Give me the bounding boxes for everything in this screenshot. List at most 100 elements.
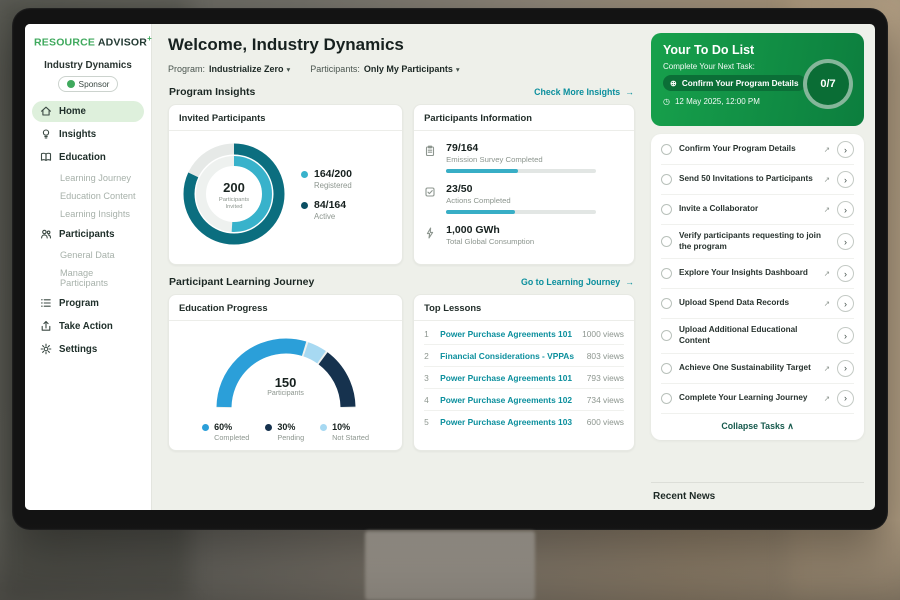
task-send-50-invitations-to-participants[interactable]: Send 50 Invitations to Participants↗› [661, 165, 854, 195]
next-task-due-label: 12 May 2025, 12:00 PM [675, 97, 760, 106]
page-title: Welcome, Industry Dynamics [168, 35, 635, 55]
collapse-tasks-link[interactable]: Collapse Tasks ∧ [661, 414, 854, 440]
lesson-link[interactable]: Power Purchase Agreements 102 [440, 395, 579, 405]
sidebar-item-education[interactable]: Education [32, 147, 144, 168]
sidebar-item-education-content[interactable]: Education Content [32, 188, 144, 204]
todo-summary-card: Your To Do List Complete Your Next Task:… [651, 33, 864, 126]
task-checkbox[interactable] [661, 330, 672, 341]
sidebar-item-label: Program [59, 298, 99, 309]
task-open-button[interactable]: › [837, 390, 854, 407]
task-open-button[interactable]: › [837, 265, 854, 282]
task-label: Upload Additional Educational Content [679, 325, 830, 346]
arrow-right-icon: → [625, 87, 634, 97]
task-open-button[interactable]: › [837, 327, 854, 344]
task-open-button[interactable]: › [837, 171, 854, 188]
lesson-link[interactable]: Power Purchase Agreements 101 [440, 329, 574, 339]
task-checkbox[interactable] [661, 298, 672, 309]
sidebar-item-participants[interactable]: Participants [32, 224, 144, 245]
sidebar-item-settings[interactable]: Settings [32, 339, 144, 360]
task-checkbox[interactable] [661, 393, 672, 404]
task-invite-a-collaborator[interactable]: Invite a Collaborator↗› [661, 195, 854, 225]
donut-center-value: 200 [223, 180, 245, 195]
sidebar-item-manage-participants[interactable]: Manage Participants [32, 265, 144, 291]
plus-circle-icon: ⊕ [670, 78, 677, 88]
task-open-button[interactable]: › [837, 233, 854, 250]
filter-participants-dropdown[interactable]: Only My Participants [364, 64, 453, 74]
lesson-rank: 3 [424, 373, 432, 383]
sidebar-item-take-action[interactable]: Take Action [32, 316, 144, 337]
take-action-icon [39, 320, 52, 333]
invited-participants-donut-chart: 200 Participants Invited [179, 139, 289, 249]
sidebar-item-label: Take Action [59, 321, 113, 332]
participants-information-card-title: Participants Information [414, 105, 634, 131]
legend-dot [320, 424, 327, 431]
participants-info-body: 79/164Emission Survey Completed 23/50Acti… [414, 131, 634, 264]
bolt-icon [424, 226, 438, 244]
external-link-icon: ↗ [824, 394, 830, 403]
sidebar-item-home[interactable]: Home [32, 101, 144, 122]
sidebar-nav: HomeInsightsEducation Learning Journey Edu… [32, 101, 144, 360]
sponsor-badge[interactable]: Sponsor [58, 76, 119, 92]
sidebar-item-insights[interactable]: Insights [32, 124, 144, 145]
task-open-button[interactable]: › [837, 295, 854, 312]
task-confirm-your-program-details[interactable]: Confirm Your Program Details↗› [661, 135, 854, 165]
task-complete-your-learning-journey[interactable]: Complete Your Learning Journey↗› [661, 384, 854, 414]
edu-legend-pct: 30% [277, 422, 304, 432]
external-link-icon: ↗ [824, 299, 830, 308]
task-verify-participants-requesting-to-join-the-program[interactable]: Verify participants requesting to join t… [661, 225, 854, 259]
lesson-rank: 4 [424, 395, 432, 405]
task-upload-spend-data-records[interactable]: Upload Spend Data Records ↗ › [661, 289, 854, 319]
filter-program-dropdown[interactable]: Industrialize Zero [209, 64, 284, 74]
info-text: 79/164Emission Survey Completed [446, 142, 596, 173]
task-checkbox[interactable] [661, 174, 672, 185]
info-value: 79/164 [446, 142, 596, 154]
edu-legend-pct: 10% [332, 422, 369, 432]
donut-center-label-2: Invited [225, 204, 242, 210]
task-achieve-one-sustainability-target[interactable]: Achieve One Sustainability Target↗› [661, 354, 854, 384]
sidebar-item-program[interactable]: Program [32, 293, 144, 314]
task-explore-your-insights-dashboard[interactable]: Explore Your Insights Dashboard↗› [661, 259, 854, 289]
chevron-up-icon: ∧ [787, 421, 793, 431]
legend-item-active: 84/164Active [301, 199, 352, 221]
task-open-button[interactable]: › [837, 141, 854, 158]
sidebar-item-learning-journey[interactable]: Learning Journey [32, 170, 144, 186]
task-checkbox[interactable] [661, 268, 672, 279]
filter-participants: Participants:Only My Participants▾ [310, 64, 459, 74]
sidebar-item-label: Manage Participants [60, 268, 138, 288]
info-value: 23/50 [446, 183, 596, 195]
task-open-button[interactable]: › [837, 360, 854, 377]
task-checkbox[interactable] [661, 363, 672, 374]
participants-icon [39, 228, 52, 241]
todo-progress-ring: 0/7 [803, 59, 853, 109]
sidebar-item-label: Learning Insights [60, 209, 130, 219]
lesson-link[interactable]: Power Purchase Agreements 101 [440, 373, 579, 383]
lesson-row-4: 4Power Purchase Agreements 102734 views [424, 389, 624, 411]
next-task-pill[interactable]: ⊕ Confirm Your Program Details [663, 75, 806, 91]
sidebar: RESOURCE ADVISOR+ Industry Dynamics Spon… [25, 24, 152, 510]
lesson-views: 803 views [587, 351, 624, 361]
invited-participants-card: Invited Participants 200 Participants In… [168, 104, 403, 265]
task-checkbox[interactable] [661, 144, 672, 155]
sidebar-item-learning-insights[interactable]: Learning Insights [32, 206, 144, 222]
task-upload-additional-educational-content[interactable]: Upload Additional Educational Content › [661, 319, 854, 353]
task-checkbox[interactable] [661, 236, 672, 247]
invited-legend: 164/200Registered84/164Active [301, 159, 352, 230]
sponsor-icon [67, 80, 75, 88]
todo-progress-value: 0/7 [820, 78, 835, 90]
lesson-link[interactable]: Power Purchase Agreements 103 [440, 417, 579, 427]
lesson-rank: 1 [424, 329, 432, 339]
edu-legend-text: 60%Completed [214, 422, 249, 442]
sidebar-item-label: Settings [59, 344, 97, 355]
education-gauge-chart [211, 331, 361, 415]
app-window: RESOURCE ADVISOR+ Industry Dynamics Spon… [25, 24, 875, 510]
lesson-views: 793 views [587, 373, 624, 383]
task-checkbox[interactable] [661, 204, 672, 215]
sidebar-item-general-data[interactable]: General Data [32, 247, 144, 263]
go-to-learning-journey-link[interactable]: Go to Learning Journey → [521, 277, 634, 287]
task-label: Upload Spend Data Records [679, 298, 817, 309]
check-more-insights-link[interactable]: Check More Insights → [534, 87, 634, 97]
lesson-link[interactable]: Financial Considerations - VPPAs [440, 351, 579, 361]
legend-value: 84/164 [314, 199, 346, 211]
task-open-button[interactable]: › [837, 201, 854, 218]
info-label: Actions Completed [446, 196, 596, 205]
